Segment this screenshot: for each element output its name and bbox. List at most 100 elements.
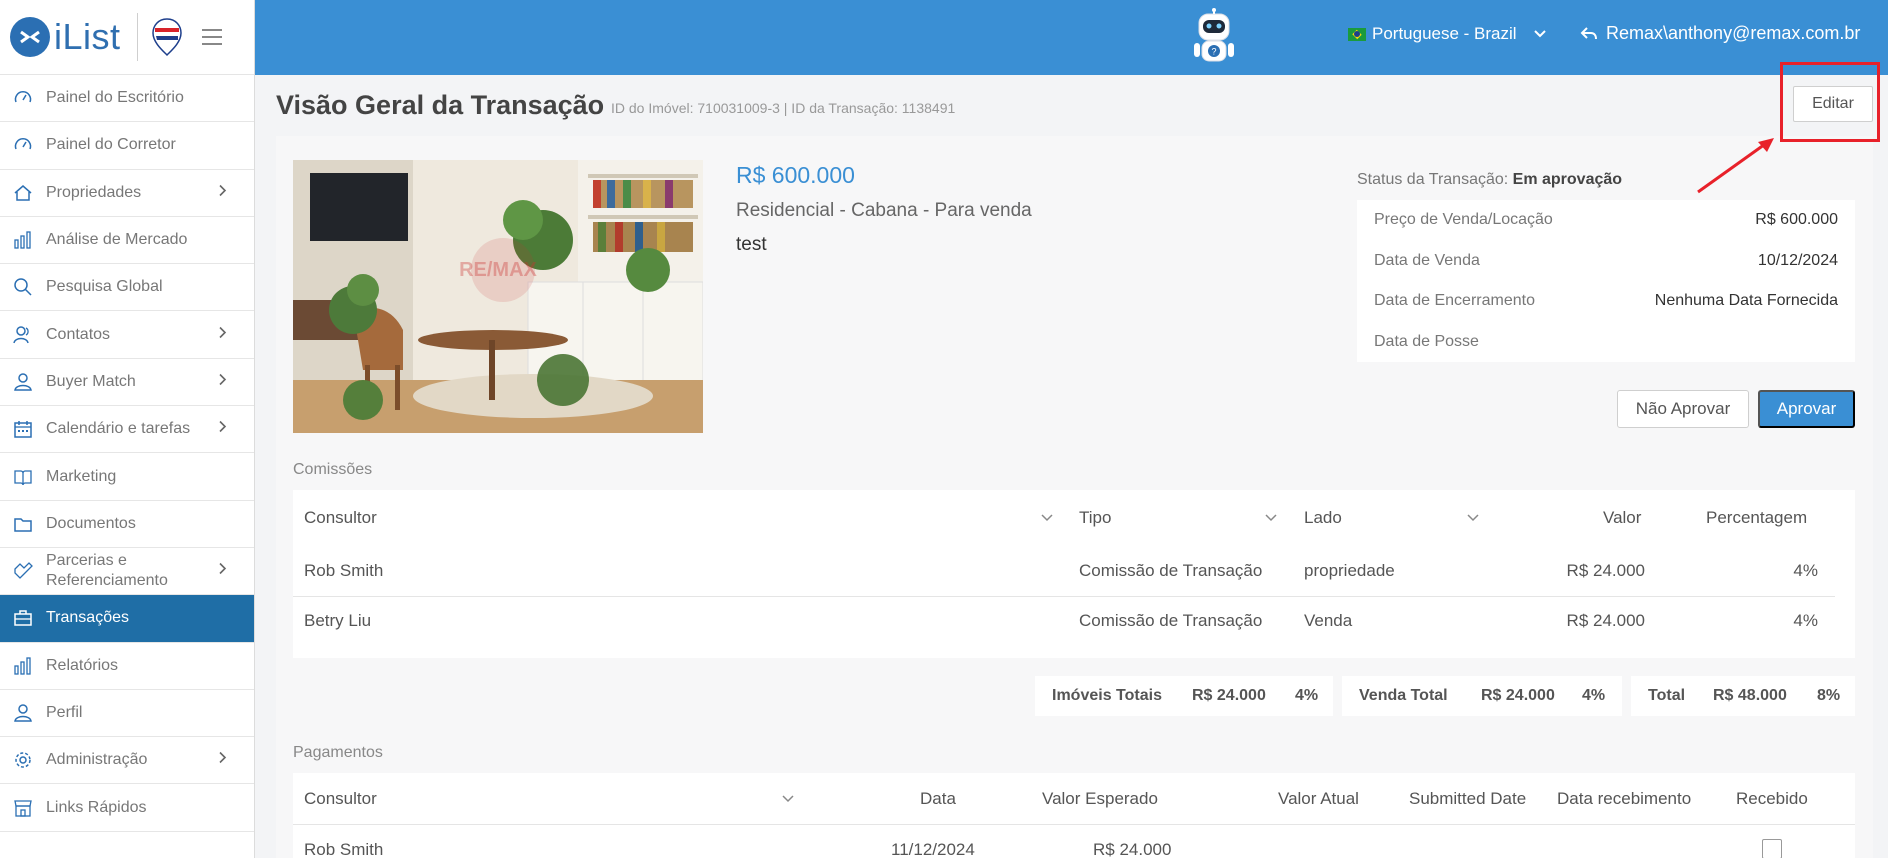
chevron-right-icon [218,751,228,770]
col-percentagem: Percentagem [1706,508,1808,527]
status-label: Status da Transação: [1357,171,1509,188]
sidebar-item-relatorios[interactable]: Relatórios [0,643,254,690]
total-imoveis-value: R$ 24.000 [1192,687,1266,704]
status-row: Preço de Venda/Locação R$ 600.000 [1374,200,1838,241]
col-tipo[interactable]: Tipo [1079,508,1111,528]
cell-percentagem: 4% [1793,561,1818,580]
help-robot-icon[interactable]: ? [1185,8,1243,68]
commissions-table: Consultor Tipo Lado Valor Percentagem Ro… [293,490,1855,658]
page-title: Visão Geral da Transação [276,90,605,120]
sidebar-item-label: Pesquisa Global [46,278,163,296]
cell-consultor: Rob Smith [304,561,384,580]
col-lado[interactable]: Lado [1304,508,1342,528]
sidebar-item-painel-do-escritorio[interactable]: Painel do Escritório [0,75,254,123]
sidebar-item-perfil[interactable]: Perfil [0,690,254,738]
pay-col-data: Data [920,788,956,808]
brand-bar: iList [0,0,254,75]
sidebar-item-contatos[interactable]: Contatos [0,311,254,359]
sidebar-item-label: Parcerias e Referenciamento [46,552,168,590]
table-row[interactable]: Rob Smith Comissão de Transação propriedad… [293,546,1855,596]
chevron-down-icon[interactable] [1466,513,1480,523]
property-photo[interactable]: RE/MAX [293,160,703,433]
sidebar-item-transacoes[interactable]: Transações [0,595,254,643]
table-row[interactable]: Betry Liu Comissão de Transação Venda R$ 24… [293,596,1855,646]
cell-valor: R$ 24.000 [1566,561,1645,580]
received-checkbox[interactable] [1762,839,1782,858]
sidebar-item-label: Relatórios [46,656,119,674]
status-row-label: Data de Posse [1374,332,1479,350]
sidebar-item-marketing[interactable]: Marketing [0,453,254,501]
commissions-header: Consultor Tipo Lado Valor Percentagem [293,490,1855,546]
sidebar-item-administracao[interactable]: Administração [0,737,254,785]
total-geral-pct: 8% [1817,687,1841,704]
user-menu[interactable]: Remax\anthony@remax.com.br [1580,23,1860,44]
payments-table: Consultor Data Valor Esperado Valor Atua… [293,773,1855,858]
total-imoveis-pct: 4% [1295,687,1319,704]
col-valor: Valor [1603,508,1642,527]
sidebar-item-parcerias-e-referenciamento[interactable]: Parcerias e Referenciamento [0,548,254,596]
user-icon [12,702,34,724]
chevron-right-icon [218,325,228,344]
sidebar-item-calendario-e-tarefas[interactable]: Calendário e tarefas [0,406,254,454]
user-email: Remax\anthony@remax.com.br [1606,23,1861,43]
search-icon [12,276,34,298]
chevron-down-icon[interactable] [1264,513,1278,523]
svg-text:?: ? [1211,47,1216,57]
reply-arrow-icon [1580,26,1597,39]
sidebar-item-label: Análise de Mercado [46,231,188,249]
sidebar-item-buyer-match[interactable]: Buyer Match [0,359,254,407]
status-row-value: 10/12/2024 [1757,251,1838,269]
reject-button[interactable]: Não Aprovar [1617,390,1749,428]
status-row-label: Data de Venda [1374,251,1480,269]
approve-button[interactable]: Aprovar [1758,390,1855,428]
payments-header: Consultor Data Valor Esperado Valor Atua… [293,773,1855,825]
status-row: Data de Posse [1374,322,1838,363]
user-icon [12,371,34,393]
chevron-down-icon[interactable] [781,794,795,804]
total-venda: Venda Total R$ 24.000 4% [1342,676,1622,716]
cell-valor: R$ 24.000 [1566,611,1645,630]
pay-col-esperado: Valor Esperado [1042,788,1158,808]
status-row-value: R$ 600.000 [1755,211,1838,229]
sidebar-item-label: Buyer Match [46,372,136,390]
sidebar-item-label: Painel do Corretor [46,136,176,154]
pay-col-consultor[interactable]: Consultor [304,789,377,809]
chevron-down-icon[interactable] [1040,513,1054,523]
transaction-ids: ID do Imóvel: 710031009-3 | ID da Transa… [611,100,956,116]
handshake-icon [12,560,34,582]
table-row[interactable]: Rob Smith 11/12/2024 R$ 24.000 [293,825,1855,858]
status-row: Data de Encerramento Nenhuma Data Forneci… [1374,281,1838,322]
property-description: test [736,234,767,255]
sidebar-item-links-rapidos[interactable]: Links Rápidos [0,784,254,832]
gauge-icon [12,134,34,156]
sidebar-item-label: Perfil [46,704,83,721]
col-consultor[interactable]: Consultor [304,508,377,528]
sidebar-item-pesquisa-global[interactable]: Pesquisa Global [0,264,254,312]
total-imoveis-label: Imóveis Totais [1052,687,1162,704]
total-venda-pct: 4% [1582,687,1606,704]
chevron-right-icon [218,372,228,391]
cell-consultor: Rob Smith [304,840,384,858]
store-icon [12,797,34,819]
sidebar-item-documentos[interactable]: Documentos [0,501,254,548]
pay-col-atual: Valor Atual [1278,788,1359,808]
status-row-value: Nenhuma Data Fornecida [1654,292,1838,310]
cell-consultor: Betry Liu [304,611,372,630]
annotation-arrow-icon [1697,138,1774,194]
sidebar-item-label: Marketing [46,467,117,485]
gear-icon [12,749,34,771]
sidebar-item-label: Administração [46,751,148,769]
ilist-logo-icon[interactable] [10,17,50,57]
pay-col-recebimento: Data recebimento [1557,788,1692,808]
language-selector[interactable]: Portuguese - Brazil [1348,24,1547,44]
sidebar: iList Painel do Escritório Painel do Corr… [0,0,255,858]
menu-toggle-icon[interactable] [201,29,222,45]
total-geral: Total R$ 48.000 8% [1631,676,1855,716]
sidebar-item-label: Propriedades [46,183,142,201]
sidebar-item-propriedades[interactable]: Propriedades [0,170,254,217]
sidebar-item-analise-de-mercado[interactable]: Análise de Mercado [0,217,254,265]
logo-text: iList [54,16,121,57]
status-row: Data de Venda 10/12/2024 [1374,241,1838,282]
sidebar-item-painel-do-corretor[interactable]: Painel do Corretor [0,122,254,170]
gauge-icon [12,87,34,109]
